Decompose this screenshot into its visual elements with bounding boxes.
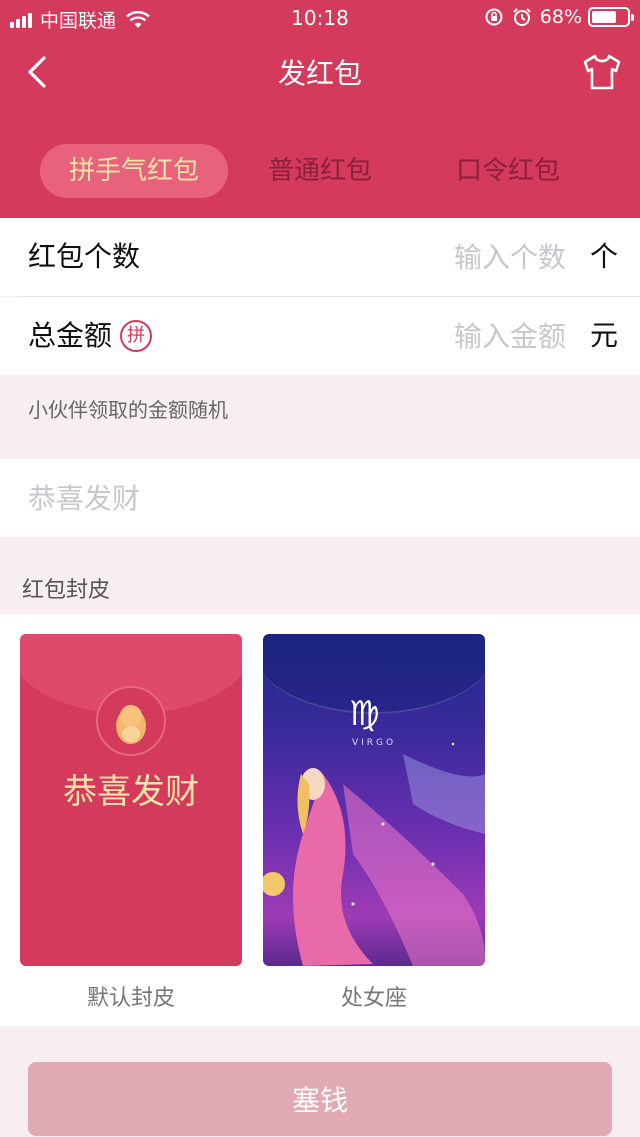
header: 中国联通 10:18 68% 发红包 拼手气红包 普通红包 口令红包 bbox=[0, 0, 640, 218]
packet-type-tabs: 拼手气红包 普通红包 口令红包 bbox=[0, 144, 640, 198]
skin-name-default: 默认封皮 bbox=[86, 986, 175, 1011]
submit-money-button[interactable]: 塞钱 bbox=[28, 1062, 612, 1136]
virgo-sign-icon: ♍ bbox=[349, 694, 380, 734]
amount-unit: 元 bbox=[589, 319, 618, 352]
page-title: 发红包 bbox=[277, 57, 362, 90]
rotation-lock-icon bbox=[485, 8, 503, 26]
count-row: 红包个数 个 bbox=[0, 218, 640, 296]
alarm-icon bbox=[513, 8, 531, 26]
skin-section-title: 红包封皮 bbox=[22, 578, 111, 603]
cover-blessing-text: 恭喜发财 bbox=[63, 772, 199, 812]
penguin-icon bbox=[116, 705, 146, 744]
tshirt-icon[interactable] bbox=[580, 50, 624, 94]
count-unit: 个 bbox=[589, 240, 618, 273]
amount-row: 总金额 拼 元 bbox=[0, 297, 640, 375]
tab-normal-packet[interactable]: 普通红包 bbox=[252, 144, 388, 198]
battery-percent: 68% bbox=[539, 6, 582, 28]
greeting-input[interactable] bbox=[28, 477, 608, 519]
amount-label: 总金额 bbox=[28, 319, 113, 352]
greeting-row bbox=[0, 459, 640, 537]
skin-card-default[interactable]: 恭喜发财 bbox=[20, 634, 242, 966]
skin-card-virgo[interactable]: ♍ VIRGO bbox=[263, 634, 485, 966]
skin-name-virgo: 处女座 bbox=[340, 986, 407, 1011]
virgo-cover-text: VIRGO bbox=[351, 738, 397, 748]
battery-icon bbox=[588, 7, 634, 27]
virgo-illustration bbox=[263, 742, 485, 966]
count-label: 红包个数 bbox=[28, 240, 141, 273]
amount-label-group: 总金额 拼 bbox=[28, 297, 153, 375]
count-input[interactable] bbox=[346, 239, 566, 275]
tab-password-packet[interactable]: 口令红包 bbox=[440, 144, 576, 198]
tab-lucky-packet[interactable]: 拼手气红包 bbox=[40, 144, 228, 198]
seal-icon bbox=[96, 686, 166, 756]
status-bar: 中国联通 10:18 68% bbox=[0, 0, 640, 36]
amount-input[interactable] bbox=[346, 318, 566, 354]
pin-badge: 拼 bbox=[120, 320, 153, 352]
skin-list: 恭喜发财 默认封皮 ♍ VIRGO 处女座 bbox=[0, 614, 640, 1026]
random-amount-hint: 小伙伴领取的金额随机 bbox=[28, 398, 228, 422]
